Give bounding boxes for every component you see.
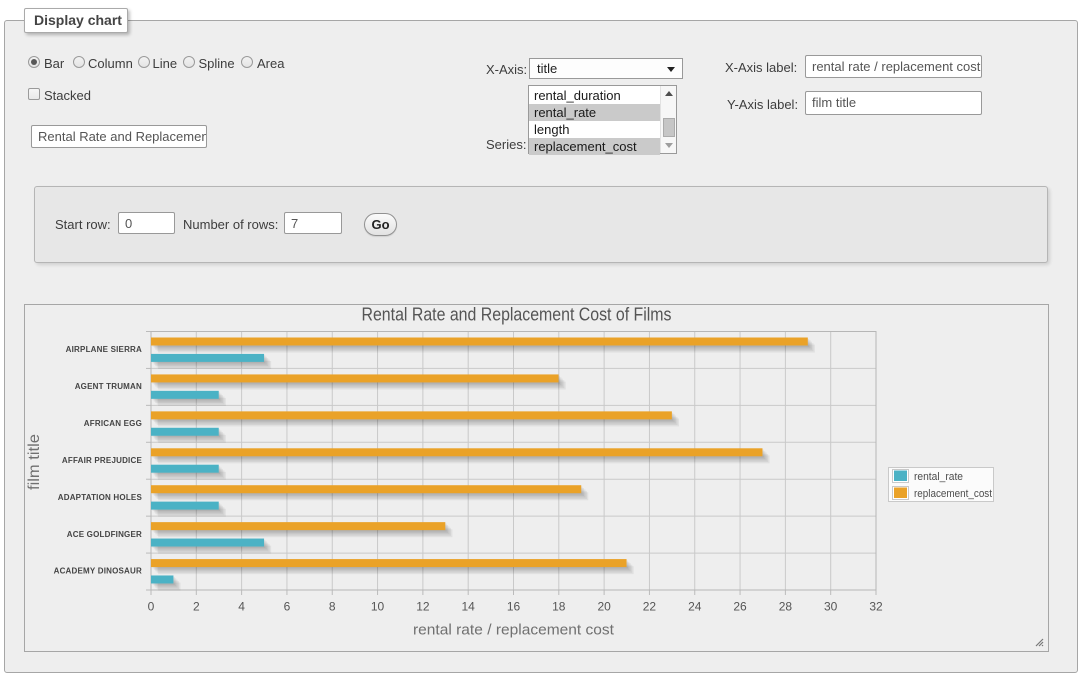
svg-text:ADAPTATION HOLES: ADAPTATION HOLES (58, 493, 143, 502)
svg-text:6: 6 (284, 600, 291, 614)
svg-text:24: 24 (688, 600, 702, 614)
svg-text:replacement_cost: replacement_cost (914, 488, 992, 500)
svg-text:30: 30 (824, 600, 838, 614)
svg-text:AIRPLANE SIERRA: AIRPLANE SIERRA (66, 345, 142, 354)
svg-text:12: 12 (416, 600, 430, 614)
svg-text:20: 20 (597, 600, 611, 614)
svg-text:rental_rate: rental_rate (914, 471, 963, 483)
svg-text:22: 22 (643, 600, 657, 614)
svg-text:8: 8 (329, 600, 336, 614)
svg-text:4: 4 (238, 600, 245, 614)
svg-text:10: 10 (371, 600, 385, 614)
svg-text:16: 16 (507, 600, 521, 614)
svg-text:32: 32 (869, 600, 883, 614)
svg-text:AFFAIR PREJUDICE: AFFAIR PREJUDICE (62, 456, 143, 465)
svg-text:film title: film title (26, 434, 43, 490)
svg-text:28: 28 (779, 600, 793, 614)
svg-text:ACADEMY DINOSAUR: ACADEMY DINOSAUR (54, 567, 142, 576)
svg-text:26: 26 (733, 600, 747, 614)
svg-text:AFRICAN EGG: AFRICAN EGG (84, 419, 142, 428)
svg-text:18: 18 (552, 600, 566, 614)
svg-text:Rental Rate and Replacement Co: Rental Rate and Replacement Cost of Film… (362, 305, 672, 325)
svg-text:2: 2 (193, 600, 200, 614)
svg-text:AGENT TRUMAN: AGENT TRUMAN (75, 382, 142, 391)
svg-text:14: 14 (462, 600, 476, 614)
svg-text:ACE GOLDFINGER: ACE GOLDFINGER (67, 530, 142, 539)
svg-text:0: 0 (148, 600, 155, 614)
svg-text:rental rate / replacement cost: rental rate / replacement cost (413, 622, 615, 639)
